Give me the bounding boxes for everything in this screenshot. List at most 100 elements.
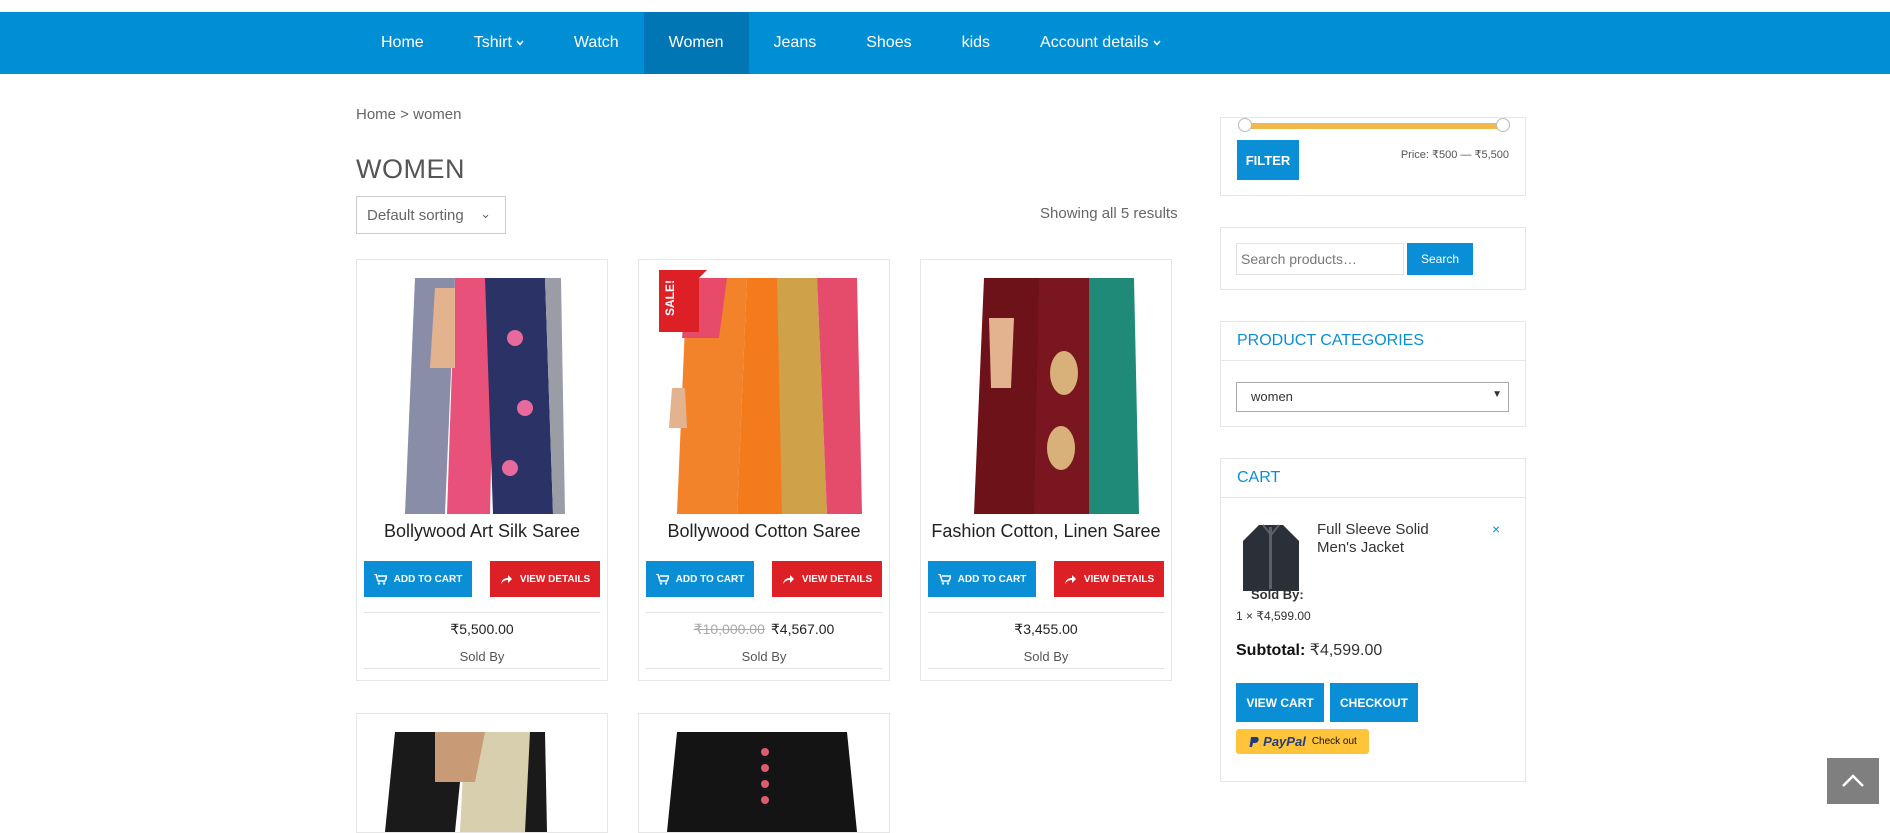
product-title[interactable]: Bollywood Cotton Saree: [639, 521, 889, 542]
nav-item-label: kids: [961, 34, 991, 51]
product-image[interactable]: [375, 732, 591, 832]
share-arrow-icon: [1064, 574, 1076, 584]
view-details-button[interactable]: VIEW DETAILS: [772, 561, 882, 597]
add-to-cart-button[interactable]: ADD TO CART: [646, 561, 754, 597]
share-arrow-icon: [782, 574, 794, 584]
price-current: ₹4,567.00: [770, 621, 835, 637]
nav-item-label: Jeans: [773, 34, 817, 51]
product-title[interactable]: Bollywood Art Silk Saree: [357, 521, 607, 542]
dropdown-arrow-icon: ▼: [1492, 389, 1502, 400]
search-widget: Search products… Search: [1220, 227, 1526, 290]
sale-badge-label: SALE!: [663, 280, 677, 316]
product-image[interactable]: [375, 278, 591, 514]
sort-select-value: Default sorting: [367, 206, 464, 224]
price-old: ₹10,000.00: [693, 621, 765, 637]
add-to-cart-label: ADD TO CART: [393, 573, 463, 585]
product-title[interactable]: Fashion Cotton, Linen Saree: [921, 521, 1171, 542]
view-details-label: VIEW DETAILS: [519, 573, 591, 585]
product-image[interactable]: [939, 278, 1155, 514]
view-details-button[interactable]: VIEW DETAILS: [490, 561, 600, 597]
nav-item-account-details[interactable]: Account details: [1015, 12, 1186, 74]
remove-item-icon[interactable]: ×: [1492, 521, 1500, 537]
divider: [928, 668, 1164, 669]
page-title: WOMEN: [356, 154, 465, 184]
category-select-value: women: [1251, 389, 1293, 404]
nav-item-jeans[interactable]: Jeans: [749, 12, 842, 74]
sold-by: Sold By: [1023, 649, 1069, 664]
product-price: ₹5,500.00: [357, 621, 607, 638]
nav-item-kids[interactable]: kids: [937, 12, 1015, 74]
nav-item-label: Women: [668, 34, 724, 51]
nav-item-tshirt[interactable]: Tshirt: [449, 12, 549, 74]
add-to-cart-button[interactable]: ADD TO CART: [928, 561, 1036, 597]
price-range-label: Price: ₹500 — ₹5,500: [1400, 149, 1509, 161]
nav-item-label: Account details: [1040, 34, 1149, 51]
divider: [364, 668, 600, 669]
checkout-button[interactable]: CHECKOUT: [1330, 683, 1418, 722]
paypal-brand: PayPal: [1263, 734, 1306, 749]
divider: [646, 668, 882, 669]
paypal-checkout-button[interactable]: PayPal Check out: [1236, 729, 1369, 754]
cart-widget: CART Full Sleeve Solid Men's Jacket × So…: [1220, 458, 1526, 782]
sold-by: Sold By: [459, 649, 505, 664]
nav-item-label: Shoes: [866, 34, 912, 51]
chevron-up-icon: [1842, 774, 1864, 787]
subtotal-label: Subtotal:: [1236, 642, 1306, 659]
add-to-cart-label: ADD TO CART: [675, 573, 745, 585]
divider: [928, 612, 1164, 613]
cart-item-name[interactable]: Full Sleeve Solid Men's Jacket: [1317, 521, 1457, 557]
view-details-label: VIEW DETAILS: [801, 573, 873, 585]
price-current: ₹3,455.00: [1014, 621, 1078, 637]
nav-list: Home Tshirt Watch Women Jeans Shoes kids Accoun…: [356, 12, 1186, 74]
product-price: ₹10,000.00 ₹4,567.00: [639, 621, 889, 638]
price-filter-widget: FILTER Price: ₹500 — ₹5,500: [1220, 117, 1526, 196]
breadcrumb[interactable]: Home > women: [356, 106, 461, 123]
price-current: ₹5,500.00: [450, 621, 514, 637]
categories-title: PRODUCT CATEGORIES: [1221, 322, 1525, 361]
view-cart-button[interactable]: VIEW CART: [1236, 683, 1324, 722]
product-price: ₹3,455.00: [921, 621, 1171, 638]
price-slider[interactable]: [1238, 118, 1510, 132]
cart-icon: [373, 573, 387, 585]
product-card: SALE! Bollywood Cotton Saree ADD TO CART…: [638, 259, 890, 681]
nav-item-watch[interactable]: Watch: [549, 12, 644, 74]
filter-button[interactable]: FILTER: [1237, 140, 1299, 180]
price-slider-max-handle[interactable]: [1496, 118, 1510, 132]
divider: [646, 612, 882, 613]
paypal-checkout-label: Check out: [1311, 736, 1357, 747]
nav-item-home[interactable]: Home: [356, 12, 449, 74]
nav-item-shoes[interactable]: Shoes: [841, 12, 936, 74]
sale-badge: SALE!: [659, 270, 707, 332]
nav-item-label: Home: [381, 34, 424, 51]
view-details-label: VIEW DETAILS: [1083, 573, 1155, 585]
search-button[interactable]: Search: [1407, 243, 1473, 275]
category-select[interactable]: women ▼: [1236, 382, 1509, 412]
sort-select[interactable]: Default sorting ⌄: [356, 196, 506, 234]
price-slider-min-handle[interactable]: [1238, 118, 1252, 132]
product-image[interactable]: [657, 732, 873, 832]
cart-subtotal: Subtotal: ₹4,599.00: [1236, 640, 1382, 660]
nav-item-women[interactable]: Women: [643, 12, 749, 74]
result-count: Showing all 5 results: [1040, 205, 1178, 222]
view-details-button[interactable]: VIEW DETAILS: [1054, 561, 1164, 597]
cart-item-quantity: 1 × ₹4,599.00: [1236, 609, 1311, 623]
cart-icon: [655, 573, 669, 585]
cart-item-sold-by: Sold By:: [1251, 587, 1304, 602]
add-to-cart-label: ADD TO CART: [957, 573, 1027, 585]
categories-widget: PRODUCT CATEGORIES women ▼: [1220, 321, 1526, 427]
nav-item-label: Tshirt: [473, 34, 512, 51]
search-input[interactable]: Search products…: [1236, 243, 1404, 275]
chevron-down-icon: [516, 37, 524, 49]
add-to-cart-button[interactable]: ADD TO CART: [364, 561, 472, 597]
product-card: Bollywood Art Silk Saree ADD TO CART VIE…: [356, 259, 608, 681]
chevron-down-icon: [1152, 37, 1161, 49]
nav-item-label: Watch: [573, 34, 619, 51]
cart-title: CART: [1221, 459, 1525, 498]
back-to-top-button[interactable]: [1827, 758, 1879, 804]
cart-icon: [937, 573, 951, 585]
paypal-logo-icon: [1249, 736, 1259, 747]
sold-by: Sold By: [741, 649, 787, 664]
product-card: [638, 713, 890, 833]
product-card: Fashion Cotton, Linen Saree ADD TO CART …: [920, 259, 1172, 681]
share-arrow-icon: [500, 574, 512, 584]
